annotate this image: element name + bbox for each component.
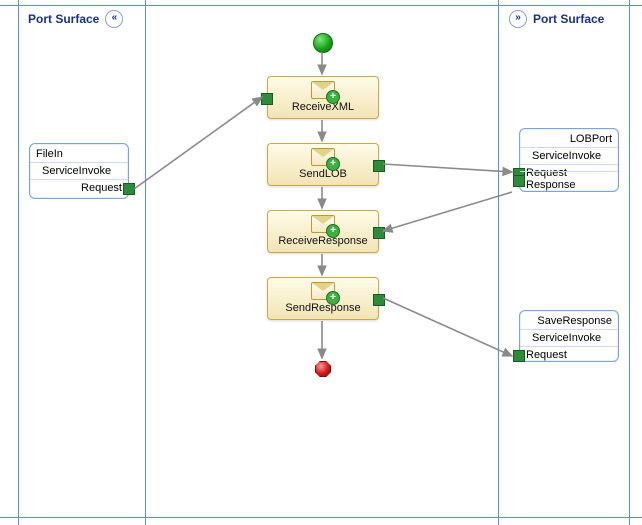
activity-receivexml[interactable]: + ReceiveXML <box>267 76 379 119</box>
guide-line <box>629 0 630 525</box>
port-title: FileIn <box>30 144 128 162</box>
port-surface-label: Port Surface <box>28 12 99 26</box>
message-icon: + <box>268 144 378 166</box>
collapse-left-icon[interactable]: « <box>105 10 123 28</box>
activity-label: ReceiveResponse <box>268 233 378 252</box>
message-icon: + <box>268 278 378 300</box>
right-port-surface-header: » Port Surface <box>509 10 604 28</box>
port-operation: ServiceInvoke <box>520 147 618 164</box>
port-operation: ServiceInvoke <box>30 162 128 179</box>
guide-line <box>145 0 146 525</box>
port-message-request[interactable]: Request <box>30 179 128 198</box>
start-shape[interactable] <box>313 33 333 53</box>
collapse-right-icon[interactable]: » <box>509 10 527 28</box>
guide-line <box>18 0 19 525</box>
connector-pad[interactable] <box>123 183 135 195</box>
orchestration-canvas: Port Surface « » Port Surface FileIn Ser… <box>0 0 642 525</box>
connector-pad[interactable] <box>513 175 525 187</box>
connector-pad[interactable] <box>513 350 525 362</box>
port-title: SaveResponse <box>520 311 618 329</box>
port-message-request[interactable]: Request <box>520 346 618 353</box>
activity-label: SendLOB <box>268 166 378 185</box>
port-surface-label: Port Surface <box>533 12 604 26</box>
connector-pad[interactable] <box>261 93 273 105</box>
activity-label: ReceiveXML <box>268 99 378 118</box>
port-message-request[interactable]: Request <box>520 164 618 171</box>
connector-pad[interactable] <box>373 227 385 239</box>
guide-line <box>498 0 499 525</box>
port-title: LOBPort <box>520 129 618 147</box>
activity-sendlob[interactable]: + SendLOB <box>267 143 379 186</box>
message-icon: + <box>268 211 378 233</box>
port-message-label: Request <box>526 349 567 361</box>
port-lobport[interactable]: LOBPort ServiceInvoke Request Response <box>519 128 619 192</box>
activity-sendresponse[interactable]: + SendResponse <box>267 277 379 320</box>
port-message-label: Request <box>81 182 122 194</box>
port-operation: ServiceInvoke <box>520 329 618 346</box>
guide-line <box>0 5 642 6</box>
connector-pad[interactable] <box>373 160 385 172</box>
port-message-response[interactable]: Response <box>520 171 618 178</box>
left-port-surface-header: Port Surface « <box>28 10 123 28</box>
guide-line <box>0 517 642 518</box>
port-message-label: Response <box>526 179 576 191</box>
port-saveresponse[interactable]: SaveResponse ServiceInvoke Request <box>519 310 619 362</box>
activity-receiveresponse[interactable]: + ReceiveResponse <box>267 210 379 253</box>
activity-label: SendResponse <box>268 300 378 319</box>
port-filein[interactable]: FileIn ServiceInvoke Request <box>29 143 129 199</box>
end-shape[interactable] <box>315 361 331 377</box>
connector-pad[interactable] <box>373 294 385 306</box>
message-icon: + <box>268 77 378 99</box>
